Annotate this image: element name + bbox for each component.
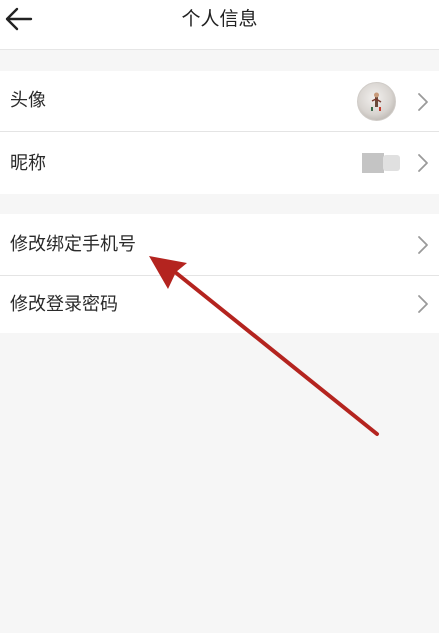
nickname-value-blurred — [361, 153, 401, 173]
chevron-right-icon — [418, 93, 428, 111]
row-label-avatar: 头像 — [10, 90, 46, 111]
row-label-change-password: 修改登录密码 — [10, 294, 118, 315]
row-change-phone[interactable]: 修改绑定手机号 — [0, 214, 439, 276]
row-nickname[interactable]: 昵称 — [0, 132, 439, 194]
chevron-right-icon — [418, 154, 428, 172]
row-label-change-phone: 修改绑定手机号 — [10, 234, 136, 255]
personal-info-screen: 个人信息 头像 昵称 修改绑定手机号 修改登录密码 — [0, 0, 439, 633]
chevron-right-icon — [418, 236, 428, 254]
avatar — [357, 82, 396, 121]
account-group: 修改绑定手机号 修改登录密码 — [0, 214, 439, 333]
page-title: 个人信息 — [181, 8, 258, 30]
chevron-right-icon — [418, 295, 428, 313]
row-change-password[interactable]: 修改登录密码 — [0, 276, 439, 333]
avatar-image-icon — [371, 92, 382, 111]
top-bar: 个人信息 — [0, 0, 439, 50]
row-avatar[interactable]: 头像 — [0, 71, 439, 132]
row-label-nickname: 昵称 — [10, 153, 46, 174]
profile-group: 头像 昵称 — [0, 71, 439, 194]
